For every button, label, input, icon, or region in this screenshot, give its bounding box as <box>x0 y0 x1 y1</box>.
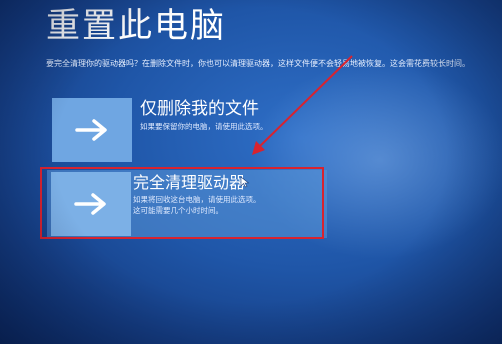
option-description: 如果要保留你的电脑，请使用此选项。 <box>140 122 268 131</box>
option-description: 如果将回收这台电脑，请使用此选项。这可能需要几个小时时间。 <box>133 195 261 215</box>
page-title: 重置此电脑 <box>46 6 226 46</box>
option-clean-drive[interactable]: 完全清理驱动器 如果将回收这台电脑，请使用此选项。这可能需要几个小时时间。 <box>47 170 327 238</box>
page-description: 要完全清理你的驱动器吗？在删除文件时，你也可以清理驱动器，这样文件便不会轻易地被… <box>46 59 470 68</box>
option-title: 仅删除我的文件 <box>140 99 259 119</box>
mouse-cursor-icon <box>240 176 250 188</box>
arrow-tile <box>51 172 131 236</box>
option-remove-files[interactable]: 仅删除我的文件 如果要保留你的电脑，请使用此选项。 <box>52 98 432 162</box>
reset-pc-screen: 重置此电脑 要完全清理你的驱动器吗？在删除文件时，你也可以清理驱动器，这样文件便… <box>0 0 502 344</box>
option-title: 完全清理驱动器 <box>133 173 246 192</box>
arrow-right-icon <box>75 119 107 141</box>
arrow-right-icon <box>74 193 106 215</box>
arrow-tile <box>52 98 132 162</box>
